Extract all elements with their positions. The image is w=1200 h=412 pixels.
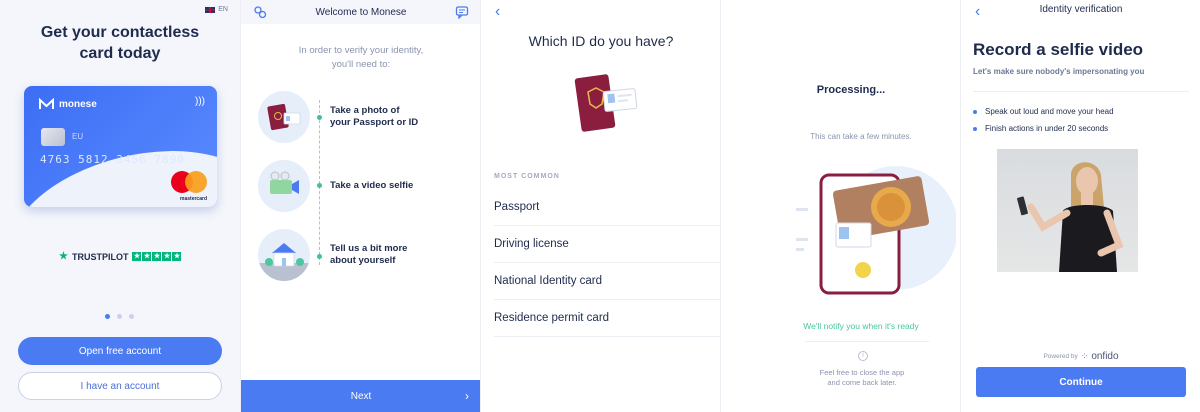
- page-indicator: [105, 314, 134, 319]
- trustpilot-stars: ★ ★ ★ ★ ★: [132, 252, 182, 261]
- verification-steps-screen: Welcome to Monese In order to verify you…: [240, 0, 480, 412]
- screen-title: Welcome to Monese: [315, 6, 407, 18]
- chevron-right-icon: ›: [465, 389, 469, 403]
- close-app-note-line: Feel free to close the app: [819, 368, 905, 377]
- id-question: Which ID do you have?: [528, 33, 674, 49]
- card-chip-icon: [41, 128, 65, 146]
- instruction-item: Finish actions in under 20 seconds: [973, 124, 1108, 133]
- processing-title: Processing...: [816, 84, 886, 96]
- card-brand-name: monese: [59, 98, 97, 110]
- back-arrow-icon[interactable]: ‹: [495, 3, 500, 21]
- id-option-label: Residence permit card: [494, 312, 610, 324]
- powered-by-label: Powered by: [1043, 353, 1078, 360]
- powered-by: Powered by ⁘ onfido: [961, 351, 1200, 362]
- step-about-yourself: Tell us a bit more about yourself: [258, 228, 468, 282]
- open-account-button[interactable]: Open free account: [18, 337, 222, 365]
- id-option-label: Passport: [494, 201, 540, 213]
- contactless-card-illustration: monese ))) EU 4763 5812 3456 7890 master…: [24, 86, 217, 207]
- page-dot[interactable]: [129, 314, 134, 319]
- intro-line: In order to verify your identity,: [298, 45, 424, 56]
- house-icon: [258, 229, 310, 281]
- step-label-line: Tell us a bit more: [330, 243, 408, 254]
- selfie-example-photo: [997, 149, 1138, 272]
- provider-name: onfido: [1091, 351, 1119, 362]
- onfido-logo-icon: ⁘: [1080, 351, 1089, 361]
- id-option-residence-permit[interactable]: Residence permit card ›: [494, 300, 720, 337]
- selfie-heading: Record a selfie video: [973, 40, 1144, 59]
- step-passport-photo: Take a photo of your Passport or ID: [258, 90, 468, 144]
- info-icon: i: [858, 351, 868, 361]
- trustpilot-rating: ★ TRUSTPILOT ★ ★ ★ ★ ★: [59, 251, 182, 262]
- mastercard-logo-icon: [171, 171, 207, 193]
- star-icon: ★: [142, 252, 152, 261]
- contactless-icon: ))): [195, 96, 205, 107]
- language-label: EN: [218, 6, 228, 13]
- monese-logo-icon: [39, 98, 54, 109]
- section-header: MOST COMMON: [494, 173, 560, 180]
- video-camera-icon: [258, 160, 310, 212]
- step-label: Take a photo of your Passport or ID: [330, 105, 418, 129]
- trustpilot-label: TRUSTPILOT: [71, 251, 129, 262]
- page-dot[interactable]: [117, 314, 122, 319]
- close-app-note: Feel free to close the app and come back…: [721, 368, 960, 388]
- step-video-selfie: Take a video selfie: [258, 159, 468, 213]
- page-dot[interactable]: [105, 314, 110, 319]
- next-button[interactable]: Next ›: [241, 380, 480, 412]
- trustpilot-star-icon: ★: [59, 251, 68, 262]
- id-option-national-id[interactable]: National Identity card ›: [494, 263, 720, 300]
- selfie-subheading: Let's make sure nobody's impersonating y…: [973, 67, 1145, 76]
- intro-text: In order to verify your identity, you'll…: [241, 44, 480, 72]
- id-option-label: Driving license: [494, 238, 569, 250]
- chat-icon[interactable]: [455, 5, 469, 19]
- support-icon[interactable]: [253, 5, 267, 19]
- passport-icon: [574, 74, 638, 132]
- bullet-icon: [973, 126, 977, 131]
- welcome-headline: Get your contactless card today: [40, 24, 200, 62]
- close-app-note-line: and come back later.: [827, 378, 897, 387]
- star-icon: ★: [162, 252, 172, 261]
- id-option-passport[interactable]: Passport ›: [494, 189, 720, 226]
- bullet-icon: [973, 109, 977, 114]
- notify-message: We'll notify you when it's ready: [803, 321, 919, 331]
- continue-button[interactable]: Continue: [976, 367, 1186, 397]
- top-bar: Welcome to Monese: [241, 0, 480, 24]
- processing-subtitle: This can take a few minutes.: [810, 132, 912, 141]
- star-icon: ★: [152, 252, 162, 261]
- star-icon: ★: [172, 252, 182, 261]
- language-selector[interactable]: EN: [205, 6, 228, 13]
- next-button-label: Next: [350, 390, 372, 402]
- welcome-screen: EN Get your contactless card today mones…: [0, 0, 240, 412]
- card-number: 4763 5812 3456 7890: [40, 153, 185, 166]
- instruction-text: Finish actions in under 20 seconds: [985, 124, 1109, 133]
- onboarding-screens: EN Get your contactless card today mones…: [0, 0, 1200, 412]
- id-type-screen: ‹ Which ID do you have? MOST COMMON Pass…: [480, 0, 720, 412]
- divider: [973, 91, 1189, 92]
- processing-screen: Processing... This can take a few minute…: [720, 0, 960, 412]
- divider: [805, 341, 929, 342]
- card-network: mastercard: [180, 196, 207, 202]
- person-taking-selfie-icon: [1016, 162, 1124, 272]
- screen-title: Identity verification: [1039, 4, 1123, 15]
- step-label: Take a video selfie: [330, 180, 413, 192]
- passport-photo-icon: [258, 91, 310, 143]
- card-region: EU: [72, 132, 84, 141]
- step-label-line: Take a video selfie: [330, 180, 414, 191]
- instruction-item: Speak out loud and move your head: [973, 107, 1114, 116]
- star-icon: ★: [132, 252, 142, 261]
- processing-illustration: [796, 166, 956, 295]
- step-label-line: Take a photo of: [330, 105, 400, 116]
- step-label: Tell us a bit more about yourself: [330, 243, 407, 267]
- uk-flag-icon: [205, 6, 216, 13]
- intro-line: you'll need to:: [331, 59, 391, 70]
- have-account-button[interactable]: I have an account: [18, 372, 222, 400]
- card-brand: monese: [39, 98, 97, 110]
- instruction-text: Speak out loud and move your head: [985, 107, 1114, 116]
- step-label-line: about yourself: [330, 255, 396, 266]
- id-option-label: National Identity card: [494, 275, 603, 287]
- id-option-driving-license[interactable]: Driving license ›: [494, 226, 720, 263]
- selfie-video-screen: ‹ Identity verification Record a selfie …: [960, 0, 1200, 412]
- step-label-line: your Passport or ID: [330, 117, 419, 128]
